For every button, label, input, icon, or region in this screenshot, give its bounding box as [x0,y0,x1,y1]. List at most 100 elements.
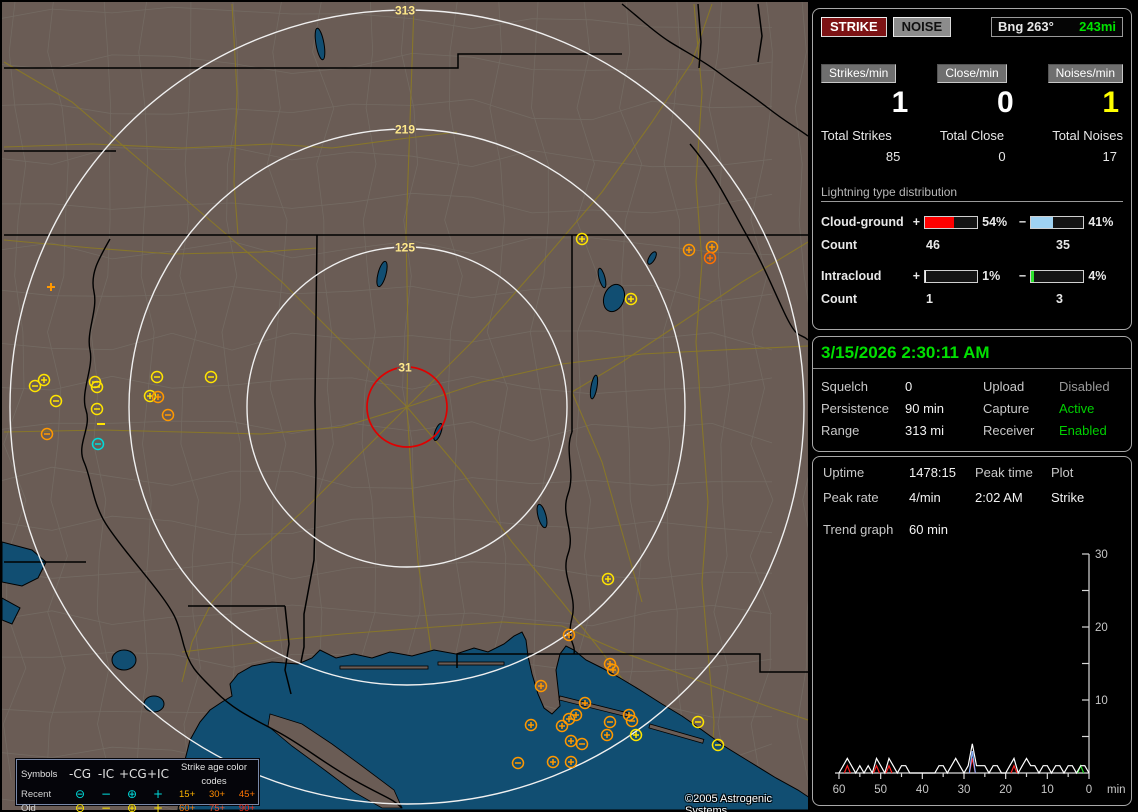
svg-text:40: 40 [916,784,929,796]
strike-button[interactable]: STRIKE [821,17,887,37]
legend-col--CG: -CG [68,766,91,781]
cg-negative-count: 35 [1056,238,1070,252]
copyright-text: ©2005 Astrogenic Systems [685,793,772,812]
total-strikes-label: Total Strikes [821,128,892,143]
counters-box: STRIKE NOISE Bng 263° 243mi Strikes/min … [812,8,1132,330]
cg-count-row: Count 46 35 [821,238,1123,252]
intracloud-label: Intracloud [821,269,882,283]
legend-age-header: Strike age color codes [180,762,247,787]
cg-positive-count: 46 [926,238,940,252]
cloud-ground-label: Cloud-ground [821,215,904,229]
capture-status: Active [1059,401,1095,416]
trend-graph-value: 60 min [909,522,949,537]
upload-status: Disabled [1059,379,1110,394]
svg-text:30: 30 [958,784,971,796]
peak-rate-label: Peak rate [823,490,879,505]
cg-negative-bar [1030,215,1085,229]
svg-text:10: 10 [1041,784,1054,796]
svg-text:10: 10 [1095,695,1108,707]
minus-sign: − [1018,269,1027,283]
receiver-status: Enabled [1059,423,1107,438]
legend-row-recent: Recent [21,789,52,800]
legend-symbols-header: Symbols [21,768,58,780]
cg-positive-pct: 54% [982,215,1008,229]
ic-positive-pct: 1% [982,269,1001,283]
bearing-label: Bng 263° [998,19,1054,34]
app-root: 313 219 125 31 Symbols -CG -IC +CG +IC Strike ag… [0,0,1138,812]
ic-negative-pct: 4% [1088,269,1107,283]
cg-negative-pct: 41% [1088,215,1114,229]
legend-glyph-+IC: + [152,787,164,801]
ic-negative-bar [1030,269,1085,283]
strikes-per-min-value: 1 [891,86,909,119]
capture-label: Capture [983,401,1030,416]
legend-col-+CG: +CG [119,766,147,781]
svg-text:20: 20 [999,784,1012,796]
count-label: Count [821,238,858,252]
svg-text:50: 50 [874,784,887,796]
noises-per-min-label: Noises/min [1047,64,1123,83]
bearing-display: Bng 263° 243mi [991,17,1123,37]
map-panel: 313 219 125 31 Symbols -CG -IC +CG +IC Strike ag… [2,2,808,812]
legend-glyph--IC: − [100,787,112,801]
legend-glyph-+IC: + [152,800,164,812]
age-code-45+: 45+ [238,789,255,800]
datetime-display: 3/15/2026 2:30:11 AM [813,337,1131,369]
legend-row-old: Old [21,802,36,812]
svg-text:0: 0 [1086,784,1092,796]
svg-text:min: min [1107,784,1126,796]
ic-count-row: Count 1 3 [821,292,1123,306]
range-label: Range [821,423,860,438]
receiver-label: Receiver [983,423,1035,438]
ic-negative-count: 3 [1056,292,1063,306]
ring-label-125: 125 [395,241,415,255]
ic-positive-bar [924,269,979,283]
age-code-60+: 60+ [179,802,196,812]
legend-glyph--IC: − [100,800,112,812]
noise-button[interactable]: NOISE [892,17,952,37]
legend-glyph-+CG: ⊕ [126,787,138,801]
total-strikes-value: 85 [885,149,901,164]
plus-sign: + [912,269,920,283]
squelch-value: 0 [905,379,913,394]
peak-time-label: Peak time [975,465,1033,480]
close-per-min-label: Close/min [937,64,1007,83]
distribution-title: Lightning type distribution [821,185,1123,202]
noises-per-min-value: 1 [1102,86,1119,119]
age-code-75+: 75+ [208,802,226,812]
svg-text:60: 60 [833,784,846,796]
svg-text:30: 30 [1095,549,1108,561]
persistence-value: 90 min [905,401,945,416]
plus-sign: + [912,215,920,229]
upload-label: Upload [983,379,1025,394]
persistence-label: Persistence [821,401,889,416]
uptime-value: 1478:15 [909,465,956,480]
legend-ages: 60+ 75+ 90+ [171,802,257,812]
total-noises-label: Total Noises [1052,128,1123,143]
bearing-distance: 243mi [1079,19,1116,34]
peak-time-value: 2:02 AM [975,490,1023,505]
total-close-value: 0 [998,149,1006,164]
range-value: 313 mi [905,423,945,438]
age-code-15+: 15+ [179,789,196,800]
ring-label-219: 219 [395,123,415,137]
svg-text:20: 20 [1095,622,1108,634]
legend-glyph--CG: ⊖ [74,800,86,812]
legend-ages: 15+ 30+ 45+ [171,788,257,802]
age-code-90+: 90+ [238,802,255,812]
ic-positive-count: 1 [926,292,933,306]
peak-rate-value: 4/min [909,490,941,505]
legend-col-+IC: +IC [147,766,169,781]
trend-chart: 10 20 30 60 50 40 30 20 10 0 min [833,549,1126,796]
close-per-min-value: 0 [996,86,1014,119]
legend-glyph--CG: ⊖ [74,787,86,801]
map-canvas[interactable]: 313 219 125 31 [2,2,808,810]
map-legend: Symbols -CG -IC +CG +IC Strike age color code… [16,759,259,812]
trend-graph-label: Trend graph [823,522,894,537]
ring-label-31: 31 [398,361,412,375]
count-label: Count [821,292,858,306]
plot-label: Plot [1051,465,1074,480]
status-box: 3/15/2026 2:30:11 AM Squelch 0 Upload Di… [812,336,1132,452]
trend-box: Uptime 1478:15 Peak time Plot Peak rate … [812,456,1132,806]
age-code-30+: 30+ [208,789,226,800]
